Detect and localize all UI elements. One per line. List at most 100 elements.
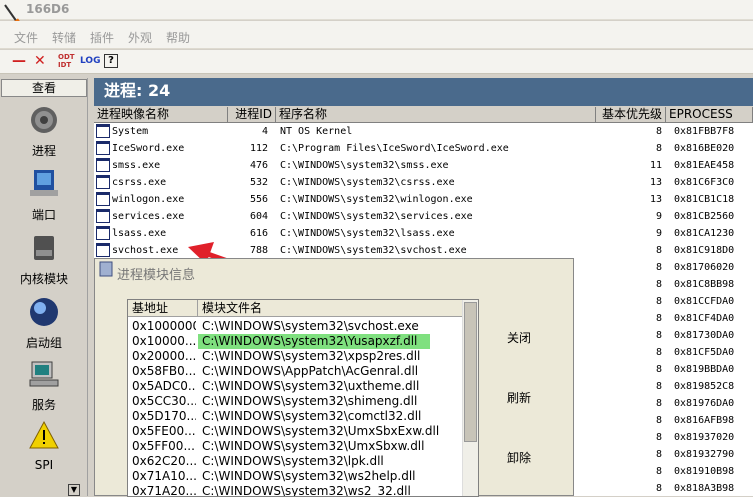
module-row[interactable]: 0x20000... C:\WINDOWS\system32\xpsp2res.d… [128,349,464,364]
column-header-file[interactable]: 模块文件名 [198,300,464,317]
process-eprocess: 0x81976DA0 [674,398,735,409]
process-priority: 8 [655,381,662,392]
menu-dump[interactable]: 转储 [52,29,76,46]
table-row[interactable]: services.exe 604 C:\WINDOWS\system32\servi… [94,208,753,225]
sidebar-item-services[interactable]: 服务 [0,358,88,413]
process-eprocess: 0x816AFB98 [674,415,735,426]
module-row[interactable]: 0x5ADC0... C:\WINDOWS\system32\uxtheme.dl… [128,379,464,394]
sidebar-item-kernel-modules[interactable]: 内核模块 [0,232,88,287]
module-list: 基地址 模块文件名 0x1000000 C:\WINDOWS\system32\s… [127,299,479,497]
process-priority: 8 [655,262,662,273]
process-priority: 8 [655,313,662,324]
module-base: 0x71A10... [132,469,196,483]
process-path: NT OS Kernel [280,126,353,137]
module-file: C:\WINDOWS\system32\comctl32.dll [202,409,422,423]
process-priority: 8 [655,296,662,307]
sidebar-item-spi[interactable]: SPI [0,420,88,472]
process-eprocess: 0x819852C8 [674,381,735,392]
menu-help[interactable]: 帮助 [166,29,190,46]
menu-plugins[interactable]: 插件 [90,29,114,46]
process-eprocess: 0x818A3B98 [674,483,735,494]
column-header-pid[interactable]: 进程ID [228,107,276,123]
module-row[interactable]: 0x5D170... C:\WINDOWS\system32\comctl32.d… [128,409,464,424]
module-base: 0x5D170... [132,409,196,423]
process-name: winlogon.exe [112,194,185,205]
process-icon [96,175,110,189]
minus-button[interactable]: — [12,53,26,71]
module-file: C:\WINDOWS\system32\lpk.dll [202,454,384,468]
sidebar-item-startup[interactable]: 启动组 [0,296,88,351]
column-header-program[interactable]: 程序名称 [276,107,596,123]
process-eprocess: 0x81730DA0 [674,330,735,341]
unload-button[interactable]: 卸除 [507,449,531,466]
refresh-button[interactable]: 刷新 [507,389,531,406]
module-file: C:\WINDOWS\system32\svchost.exe [202,319,419,333]
process-priority: 8 [655,415,662,426]
table-row[interactable]: csrss.exe 532 C:\WINDOWS\system32\csrss.ex… [94,174,753,191]
sidebar-header[interactable]: 查看 [1,79,87,97]
table-row[interactable]: IceSword.exe 112 C:\Program Files\IceSword… [94,140,753,157]
module-row[interactable]: 0x62C20... C:\WINDOWS\system32\lpk.dll [128,454,464,469]
process-name: IceSword.exe [112,143,185,154]
process-path: C:\WINDOWS\system32\services.exe [280,211,473,222]
column-header-eprocess[interactable]: EPROCESS [666,107,753,123]
process-count-header: 进程: 24 [94,78,753,106]
process-icon [96,243,110,257]
process-priority: 8 [655,449,662,460]
column-header-priority[interactable]: 基本优先级 [596,107,666,123]
module-row[interactable]: 0x71A20... C:\WINDOWS\system32\ws2_32.dll [128,484,464,497]
module-list-scrollbar[interactable] [462,300,478,496]
process-pid: 112 [249,143,268,154]
scrollbar-thumb[interactable] [464,302,477,442]
help-button[interactable]: ? [104,54,118,68]
module-base: 0x5ADC0... [132,379,196,393]
process-priority: 9 [655,228,662,239]
module-base: 0x58FB0... [132,364,196,378]
sidebar-item-label: SPI [34,458,54,472]
process-eprocess: 0x81932790 [674,449,735,460]
module-row[interactable]: 0x5FE00... C:\WINDOWS\system32\UmxSbxExw.… [128,424,464,439]
module-row[interactable]: 0x5FF00... C:\WINDOWS\system32\UmxSbxw.dl… [128,439,464,454]
process-eprocess: 0x81CB1C18 [674,194,735,205]
module-base: 0x10000... [132,334,196,348]
process-priority: 8 [655,398,662,409]
module-row[interactable]: 0x10000... C:\WINDOWS\system32\Yusapxzf.d… [128,334,464,349]
sidebar-item-port[interactable]: 端口 [0,168,88,223]
table-row[interactable]: System 4 NT OS Kernel 8 0x81FBB7F8 [94,123,753,140]
process-pid: 604 [249,211,268,222]
column-header-base[interactable]: 基地址 [128,300,198,317]
table-row[interactable]: smss.exe 476 C:\WINDOWS\system32\smss.exe 1… [94,157,753,174]
sidebar-item-label: 端口 [31,208,56,222]
column-header-image-name[interactable]: 进程映像名称 [94,107,228,123]
close-button[interactable]: 关闭 [507,329,531,346]
process-path: C:\Program Files\IceSword\IceSword.exe [280,143,509,154]
module-file: C:\WINDOWS\system32\ws2_32.dll [202,484,411,497]
process-name: System [112,126,149,137]
close-x-button[interactable]: ✕ [34,53,46,71]
process-eprocess: 0x81706020 [674,262,735,273]
log-button[interactable]: LOG [80,56,100,74]
menu-file[interactable]: 文件 [14,29,38,46]
process-priority: 8 [655,466,662,477]
table-row[interactable]: winlogon.exe 556 C:\WINDOWS\system32\winlo… [94,191,753,208]
module-row[interactable]: 0x5CC30... C:\WINDOWS\system32\shimeng.dl… [128,394,464,409]
network-icon [30,170,58,196]
module-base: 0x5FE00... [132,424,196,438]
process-eprocess: 0x81CF4DA0 [674,313,735,324]
process-icon [96,124,110,138]
menu-appearance[interactable]: 外观 [128,29,152,46]
process-eprocess: 0x81FBB7F8 [674,126,735,137]
process-icon [96,141,110,155]
module-row[interactable]: 0x1000000 C:\WINDOWS\system32\svchost.exe [128,319,464,334]
process-name: csrss.exe [112,177,167,188]
process-eprocess: 0x819BBDA0 [674,364,735,375]
module-row[interactable]: 0x71A10... C:\WINDOWS\system32\ws2help.dl… [128,469,464,484]
module-base: 0x62C20... [132,454,196,468]
toolbar: — ✕ ODT IDT LOG ? [0,50,753,74]
odt-idt-button[interactable]: ODT IDT [58,53,75,71]
module-file: C:\WINDOWS\AppPatch\AcGenral.dll [202,364,419,378]
module-row[interactable]: 0x58FB0... C:\WINDOWS\AppPatch\AcGenral.d… [128,364,464,379]
sidebar-item-process[interactable]: 进程 [0,104,88,159]
process-path: C:\WINDOWS\system32\smss.exe [280,160,449,171]
scroll-down-button[interactable]: ▼ [68,484,80,496]
